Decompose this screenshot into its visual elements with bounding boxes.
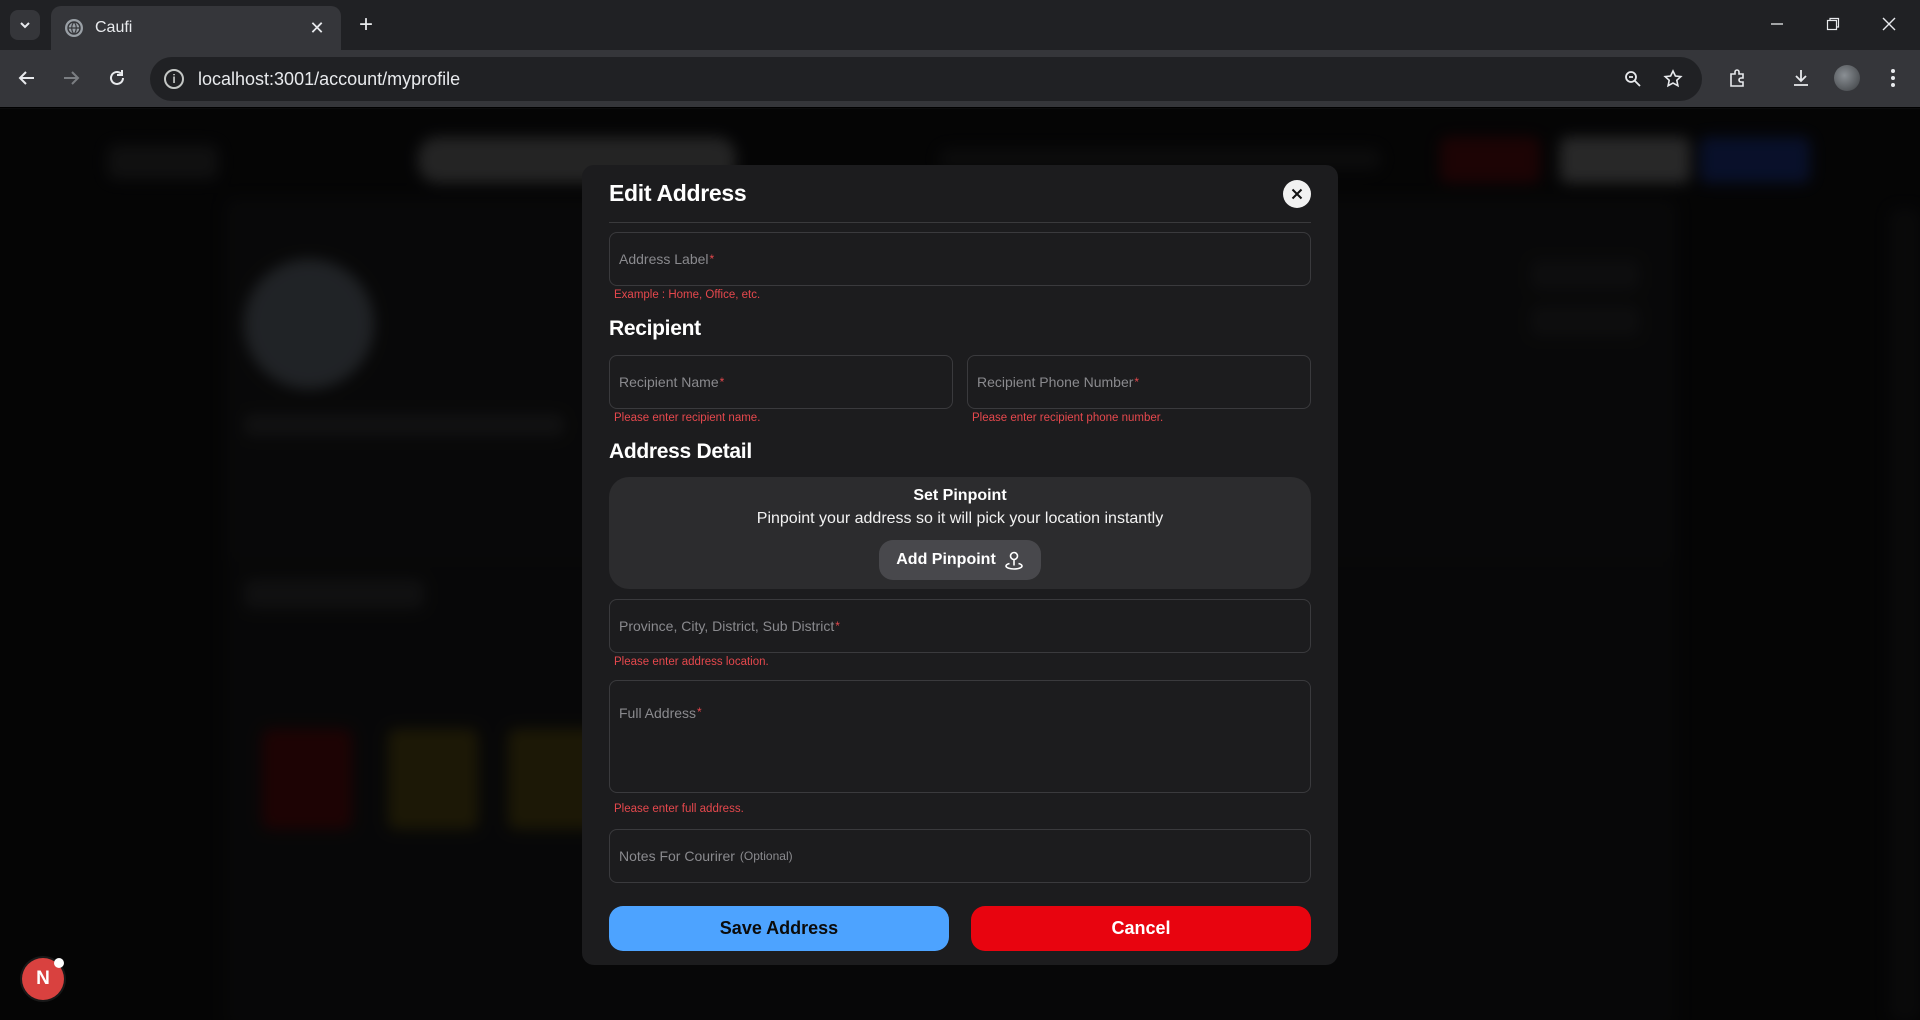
required-mark: * bbox=[1134, 375, 1140, 389]
tab-search-button[interactable] bbox=[10, 10, 40, 40]
arrow-left-icon bbox=[18, 71, 34, 85]
full-address-placeholder: Full Address bbox=[619, 705, 697, 721]
tab-close-icon[interactable]: ✕ bbox=[307, 18, 327, 39]
recipient-name-placeholder: Recipient Name bbox=[619, 374, 719, 390]
address-label-hint: Example : Home, Office, etc. bbox=[614, 289, 761, 301]
notification-dot bbox=[54, 958, 64, 968]
more-menu-icon[interactable] bbox=[1878, 63, 1908, 93]
close-icon bbox=[1882, 17, 1896, 31]
nextjs-logo-icon: N bbox=[36, 968, 50, 989]
new-tab-button[interactable]: + bbox=[352, 12, 380, 40]
courier-notes-placeholder: Notes For Courirer bbox=[619, 848, 735, 864]
save-address-button[interactable]: Save Address bbox=[609, 906, 949, 951]
recipient-phone-input[interactable]: Recipient Phone Number * bbox=[967, 355, 1311, 409]
required-mark: * bbox=[709, 252, 715, 266]
recipient-section-title: Recipient bbox=[609, 317, 701, 340]
modal-title: Edit Address bbox=[609, 180, 747, 206]
add-pinpoint-label: Add Pinpoint bbox=[896, 551, 996, 568]
close-window-button[interactable] bbox=[1866, 8, 1912, 40]
restore-button[interactable] bbox=[1810, 8, 1856, 40]
modal-header: Edit Address bbox=[609, 165, 1311, 223]
chevron-down-icon bbox=[20, 22, 30, 29]
pinpoint-title: Set Pinpoint bbox=[913, 487, 1007, 504]
location-error: Please enter address location. bbox=[614, 656, 769, 668]
required-mark: * bbox=[719, 375, 725, 389]
download-icon[interactable] bbox=[1786, 63, 1816, 93]
minimize-icon bbox=[1771, 23, 1783, 25]
recipient-name-error: Please enter recipient name. bbox=[614, 412, 761, 424]
cancel-button[interactable]: Cancel bbox=[971, 906, 1311, 951]
location-input[interactable]: Province, City, District, Sub District * bbox=[609, 599, 1311, 653]
pinpoint-card: Set Pinpoint Pinpoint your address so it… bbox=[609, 477, 1311, 589]
minimize-button[interactable] bbox=[1754, 8, 1800, 40]
edit-address-modal: Edit Address Address Label * Example : Ho… bbox=[582, 165, 1338, 965]
modal-close-button[interactable] bbox=[1283, 179, 1311, 208]
pinpoint-description: Pinpoint your address so it will pick yo… bbox=[756, 510, 1164, 527]
reload-button[interactable] bbox=[102, 63, 132, 93]
add-pinpoint-button[interactable]: Add Pinpoint bbox=[879, 540, 1041, 580]
location-placeholder: Province, City, District, Sub District bbox=[619, 618, 835, 634]
full-address-textarea[interactable]: Full Address * bbox=[609, 680, 1311, 793]
arrow-right-icon bbox=[64, 71, 80, 85]
address-label-placeholder: Address Label bbox=[619, 251, 709, 267]
browser-tab[interactable]: Caufi ✕ bbox=[51, 6, 341, 50]
recipient-phone-error: Please enter recipient phone number. bbox=[972, 412, 1164, 424]
courier-notes-input[interactable]: Notes For Courirer (Optional) bbox=[609, 829, 1311, 883]
site-info-icon[interactable]: i bbox=[164, 69, 184, 89]
map-pin-icon bbox=[1004, 551, 1023, 570]
forward-button[interactable] bbox=[56, 63, 86, 93]
recipient-name-input[interactable]: Recipient Name * bbox=[609, 355, 953, 409]
browser-tabstrip: Caufi ✕ + bbox=[0, 0, 1920, 50]
extensions-icon[interactable] bbox=[1722, 63, 1752, 93]
profile-avatar[interactable] bbox=[1832, 63, 1862, 93]
restore-icon bbox=[1826, 17, 1840, 31]
browser-toolbar: i localhost:3001/account/myprofile bbox=[0, 50, 1920, 108]
required-mark: * bbox=[697, 705, 702, 719]
optional-label: (Optional) bbox=[739, 849, 793, 863]
zoom-icon[interactable] bbox=[1618, 64, 1648, 94]
reload-icon bbox=[110, 70, 124, 85]
bookmark-star-icon[interactable] bbox=[1658, 64, 1688, 94]
full-address-error: Please enter full address. bbox=[614, 803, 744, 815]
address-label-input[interactable]: Address Label * bbox=[609, 232, 1311, 286]
back-button[interactable] bbox=[12, 63, 42, 93]
url-text[interactable]: localhost:3001/account/myprofile bbox=[198, 69, 1608, 90]
address-bar[interactable]: i localhost:3001/account/myprofile bbox=[150, 57, 1702, 101]
recipient-phone-placeholder: Recipient Phone Number bbox=[977, 374, 1134, 390]
tab-title: Caufi bbox=[95, 19, 133, 36]
required-mark: * bbox=[835, 619, 840, 633]
globe-icon bbox=[65, 19, 83, 37]
close-icon bbox=[1291, 188, 1303, 199]
address-detail-section-title: Address Detail bbox=[609, 440, 752, 463]
